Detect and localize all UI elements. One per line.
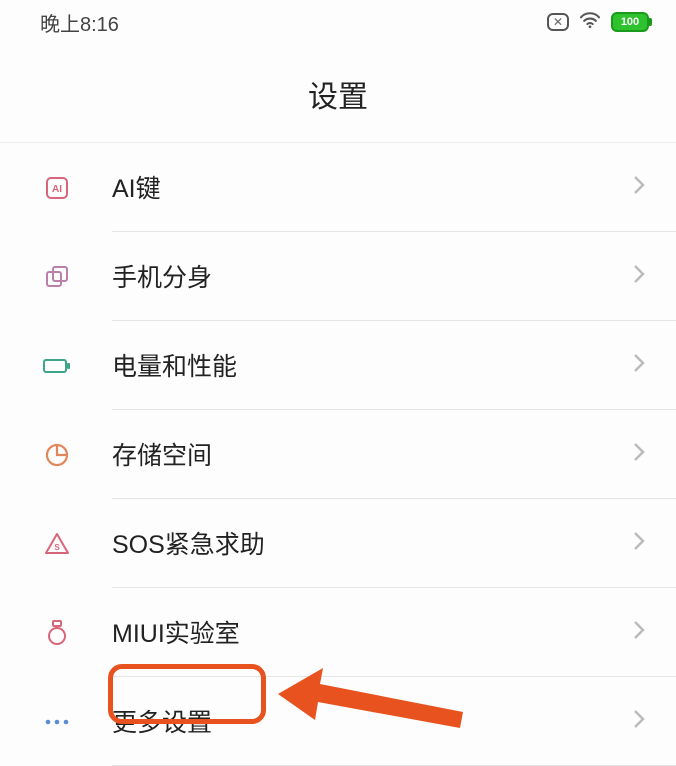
settings-item-dual[interactable]: 手机分身 [0,232,676,321]
chevron-right-icon [632,708,646,735]
settings-item-ai[interactable]: AI AI键 [0,143,676,232]
lab-icon [42,618,72,648]
settings-item-battery[interactable]: 电量和性能 [0,321,676,410]
annotation-highlight-box [108,664,266,724]
settings-item-label: 存储空间 [112,436,632,472]
chevron-right-icon [632,619,646,646]
status-right: ✕ 100 [547,11,652,34]
settings-item-label: MIUI实验室 [112,614,632,650]
settings-item-storage[interactable]: 存储空间 [0,410,676,499]
settings-item-sos[interactable]: S SOS紧急求助 [0,499,676,588]
no-sim-icon: ✕ [547,13,569,31]
row-content: SOS紧急求助 [112,499,676,588]
settings-item-label: SOS紧急求助 [112,525,632,561]
svg-text:AI: AI [52,184,62,195]
row-content: AI键 [112,143,676,232]
page-title: 设置 [308,81,368,114]
row-content: 电量和性能 [112,321,676,410]
battery-icon: 100 [611,12,652,32]
sos-icon: S [42,529,72,559]
more-icon [42,707,72,737]
svg-text:S: S [54,543,60,552]
page-header: 设置 [0,44,676,143]
settings-item-label: AI键 [112,169,632,205]
row-content: 手机分身 [112,232,676,321]
status-time: 晚上8:16 [40,8,119,37]
status-bar: 晚上8:16 ✕ 100 [0,0,676,44]
storage-icon [42,440,72,470]
dual-space-icon [42,262,72,292]
settings-item-label: 电量和性能 [112,347,632,383]
chevron-right-icon [632,530,646,557]
battery-performance-icon [42,351,72,381]
chevron-right-icon [632,263,646,290]
wifi-icon [579,11,601,34]
annotation-arrow [268,646,488,746]
row-content: 存储空间 [112,410,676,499]
chevron-right-icon [632,352,646,379]
chevron-right-icon [632,441,646,468]
chevron-right-icon [632,174,646,201]
settings-item-label: 手机分身 [112,258,632,294]
ai-icon: AI [42,173,72,203]
